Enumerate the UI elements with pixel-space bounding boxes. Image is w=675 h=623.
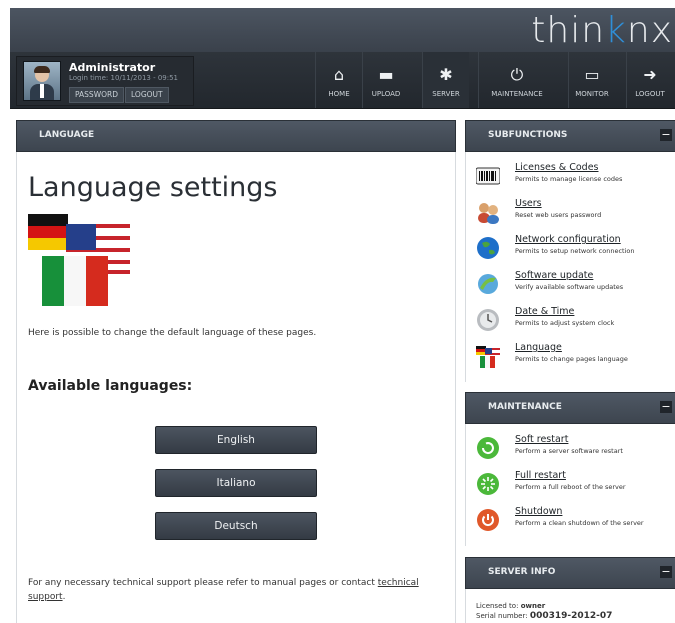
support-link-continued[interactable]: support bbox=[28, 592, 63, 602]
subfunctions-panel-header: SUBFUNCTIONS − bbox=[465, 120, 675, 152]
monitor-icon: ▭ bbox=[584, 65, 600, 84]
server-info-panel-header: SERVER INFO − bbox=[465, 557, 675, 589]
soft-restart-icon bbox=[477, 437, 499, 459]
subfunction-licenses[interactable]: Licenses & Codes Permits to manage licen… bbox=[476, 162, 675, 196]
nav-bar: Administrator Login time: 10/11/2013 - 0… bbox=[10, 52, 675, 109]
nav-monitor[interactable]: ▭ MONITOR bbox=[568, 52, 615, 108]
password-button[interactable]: PASSWORD bbox=[69, 87, 125, 103]
nav-upload[interactable]: ▬ UPLOAD bbox=[362, 52, 409, 108]
language-panel-header: LANGUAGE bbox=[16, 120, 456, 152]
collapse-maintenance-button[interactable]: − bbox=[660, 401, 672, 413]
nav-maintenance[interactable]: ⏻ MAINTENANCE bbox=[478, 52, 555, 108]
support-link[interactable]: technical bbox=[378, 578, 419, 588]
flags-icon bbox=[476, 346, 500, 368]
power-icon: ⏻ bbox=[510, 65, 524, 84]
support-note: For any necessary technical support plea… bbox=[28, 578, 419, 602]
maintenance-panel-header: MAINTENANCE − bbox=[465, 392, 675, 424]
logout-icon: ➜ bbox=[643, 65, 657, 84]
server-info: Licensed to: owner Serial number: 000319… bbox=[476, 602, 613, 621]
users-icon bbox=[478, 203, 499, 224]
shutdown-icon bbox=[477, 509, 499, 531]
subfunction-date-time[interactable]: Date & Time Permits to adjust system clo… bbox=[476, 306, 675, 340]
top-bar: thinknx bbox=[10, 8, 675, 52]
globe-icon bbox=[477, 237, 499, 259]
nav-logout[interactable]: ➜ LOGOUT bbox=[626, 52, 673, 108]
maintenance-full-restart[interactable]: Full restart Perform a full reboot of th… bbox=[476, 470, 675, 504]
barcode-icon bbox=[476, 167, 500, 185]
language-description: Here is possible to change the default l… bbox=[28, 328, 317, 338]
nav-server[interactable]: ✱ SERVER bbox=[422, 52, 469, 108]
login-time: Login time: 10/11/2013 - 09:51 bbox=[69, 74, 179, 82]
maintenance-soft-restart[interactable]: Soft restart Perform a server software r… bbox=[476, 434, 675, 468]
available-languages-heading: Available languages: bbox=[28, 378, 193, 394]
collapse-server-info-button[interactable]: − bbox=[660, 566, 672, 578]
language-button-italiano[interactable]: Italiano bbox=[155, 469, 317, 497]
subfunction-users[interactable]: Users Reset web users password bbox=[476, 198, 675, 232]
flags-image bbox=[28, 214, 130, 306]
subfunction-network[interactable]: Network configuration Permits to setup n… bbox=[476, 234, 675, 268]
avatar bbox=[23, 61, 61, 101]
user-logout-button[interactable]: LOGOUT bbox=[125, 87, 169, 103]
folder-icon: ▬ bbox=[378, 65, 394, 84]
gear-icon: ✱ bbox=[439, 65, 453, 84]
subfunction-language[interactable]: Language Permits to change pages languag… bbox=[476, 342, 675, 376]
page-title: Language settings bbox=[28, 172, 278, 203]
subfunction-software-update[interactable]: Software update Verify available softwar… bbox=[476, 270, 675, 304]
update-icon bbox=[478, 274, 498, 294]
user-box: Administrator Login time: 10/11/2013 - 0… bbox=[16, 56, 194, 106]
nav-home[interactable]: ⌂ HOME bbox=[315, 52, 362, 108]
user-name: Administrator bbox=[69, 61, 156, 74]
brand-logo: thinknx bbox=[531, 10, 673, 51]
clock-icon bbox=[477, 309, 499, 331]
home-icon: ⌂ bbox=[333, 65, 345, 84]
language-button-deutsch[interactable]: Deutsch bbox=[155, 512, 317, 540]
collapse-subfunctions-button[interactable]: − bbox=[660, 129, 672, 141]
language-button-english[interactable]: English bbox=[155, 426, 317, 454]
full-restart-icon bbox=[477, 473, 499, 495]
maintenance-shutdown[interactable]: Shutdown Perform a clean shutdown of the… bbox=[476, 506, 675, 540]
